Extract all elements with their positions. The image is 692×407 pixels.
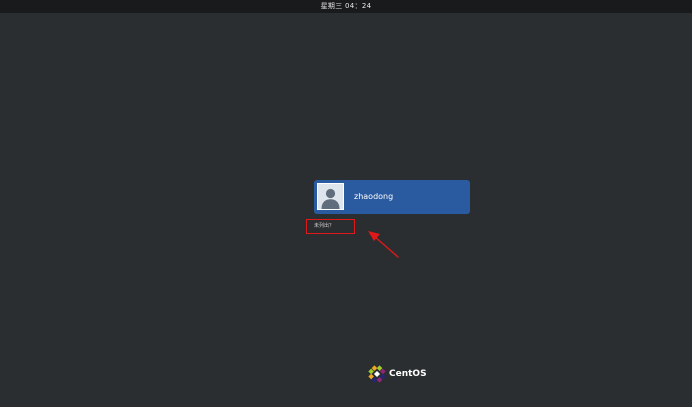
not-listed-link[interactable]: 未列出？ — [306, 219, 355, 234]
centos-logo-icon — [368, 365, 386, 383]
user-list-item-zhaodong[interactable]: zhaodong — [314, 180, 470, 214]
logo-text: CentOS — [389, 369, 427, 379]
red-arrow-icon — [368, 231, 399, 258]
top-bar: 星期三 04：24 — [0, 0, 692, 13]
login-screen: 星期三 04：24 zhaodong 未列出？ CentOS — [0, 0, 692, 407]
user-name: zhaodong — [354, 192, 394, 201]
not-listed-label: 未列出？ — [314, 223, 335, 229]
user-icon — [317, 183, 344, 210]
clock[interactable]: 星期三 04：24 — [0, 0, 692, 13]
